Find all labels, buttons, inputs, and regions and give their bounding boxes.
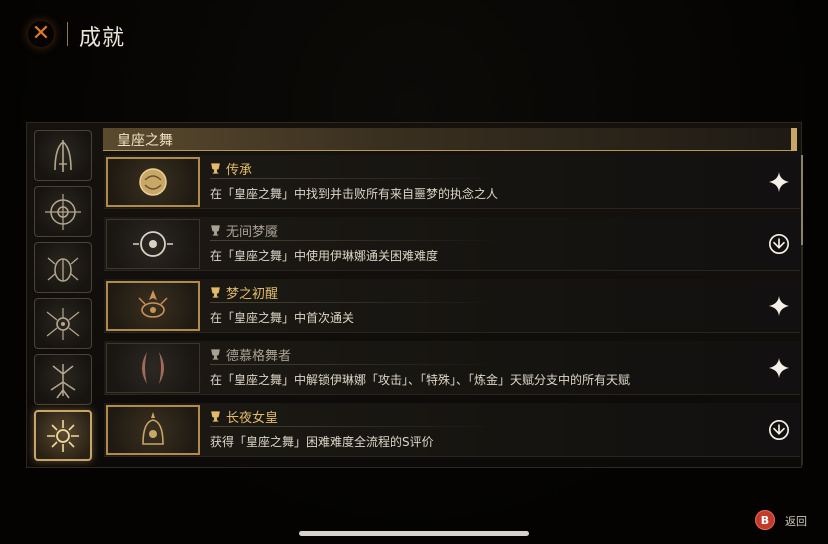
achievement-thumbnail [106,157,200,207]
back-button-key: B [760,513,770,527]
achievement-description: 在「皇座之舞」中解锁伊琳娜「攻击」、「特殊」、「炼金」天赋分支中的所有天赋 [210,373,631,387]
sparkle-icon [768,295,790,317]
achievement-status [766,231,792,257]
achievement-name-wrap: 传承 [210,159,252,178]
crescent-twin-icon [142,352,164,384]
row-divider [210,426,500,427]
trophy-icon [211,411,220,422]
category-tab-3[interactable] [34,242,92,293]
category-tab-6[interactable] [34,410,92,461]
achievement-name-wrap: 长夜女皇 [210,407,278,426]
trophy-icon [211,287,220,298]
crowned-bell-icon [142,412,164,445]
achievement-thumbnail [106,405,200,455]
achievement-thumbnail [106,343,200,393]
achievement-name: 梦之初醒 [226,287,279,302]
arch-emblem-icon [54,139,72,172]
achievement-row[interactable]: 梦之初醒在「皇座之舞」中首次通关 [104,279,800,333]
achievements-screen: ✕ 成就 皇座之舞 传承 在「皇座之舞」中找到并击败所有来自噩梦的执念之人 无间… [0,0,828,544]
compass-sigil-icon [45,193,81,230]
achievement-thumbnail [106,219,200,269]
achievement-status [766,293,792,319]
back-button[interactable]: B [755,510,775,530]
trophy-icon [211,225,220,236]
achievement-status [766,355,792,381]
sun-crown-icon [47,419,79,452]
golden-orb-icon [139,168,167,196]
category-tab-2[interactable] [34,186,92,237]
back-label[interactable]: 返回 [785,513,807,529]
row-divider [210,302,500,303]
achievement-name-wrap: 德慕格舞者 [210,345,291,364]
category-tab-4[interactable] [34,298,92,349]
trophy-icon [211,163,220,174]
scarab-emblem-icon [47,257,79,282]
achievement-thumbnail [106,281,200,331]
achievement-description: 获得「皇座之舞」困难难度全流程的S评价 [210,435,434,449]
emblem-badge-icon [769,420,789,440]
achievement-name: 德慕格舞者 [226,349,292,364]
section-title: 皇座之舞 [117,133,173,149]
close-button[interactable]: ✕ [28,21,54,47]
scrollbar[interactable] [801,155,803,465]
category-tab-5[interactable] [34,354,92,405]
row-divider [210,240,500,241]
page-title: 成就 [79,26,126,51]
emblem-badge-icon [769,234,789,254]
achievement-row[interactable]: 德慕格舞者在「皇座之舞」中解锁伊琳娜「攻击」、「特殊」、「炼金」天赋分支中的所有… [104,341,800,395]
achievement-status [766,417,792,443]
achievement-name: 无间梦魇 [226,225,279,240]
achievement-name-wrap: 梦之初醒 [210,283,278,302]
trophy-icon [211,349,220,360]
achievement-name-wrap: 无间梦魇 [210,221,278,240]
row-divider [210,178,500,179]
header-divider [67,22,68,46]
row-divider [210,364,500,365]
eye-ring-icon [133,231,173,257]
achievement-name: 长夜女皇 [226,411,279,426]
flame-eye-icon [138,290,168,318]
section-corner-accent [791,128,797,151]
section-header: 皇座之舞 [103,128,797,151]
achievement-description: 在「皇座之舞」中找到并击败所有来自噩梦的执念之人 [210,187,499,201]
achievement-panel: 皇座之舞 传承 在「皇座之舞」中找到并击败所有来自噩梦的执念之人 无间梦魇 在「皇座之… [26,122,803,468]
achievement-name: 传承 [226,163,253,178]
achievement-description: 在「皇座之舞」中首次通关 [210,311,355,325]
achievement-row[interactable]: 无间梦魇在「皇座之舞」中使用伊琳娜通关困难难度 [104,217,800,271]
achievement-row[interactable]: 传承在「皇座之舞」中找到并击败所有来自噩梦的执念之人 [104,155,800,209]
eye-spider-icon [46,307,80,340]
tree-root-icon [50,363,76,398]
achievement-description: 在「皇座之舞」中使用伊琳娜通关困难难度 [210,249,439,263]
scroll-thumb[interactable] [801,155,803,245]
category-tab-1[interactable] [34,130,92,181]
achievement-row[interactable]: 长夜女皇获得「皇座之舞」困难难度全流程的S评价 [104,403,800,457]
achievement-status [766,169,792,195]
sparkle-icon [768,171,790,193]
close-x-icon: ✕ [31,21,51,46]
sparkle-icon [768,357,790,379]
home-indicator [299,531,529,536]
